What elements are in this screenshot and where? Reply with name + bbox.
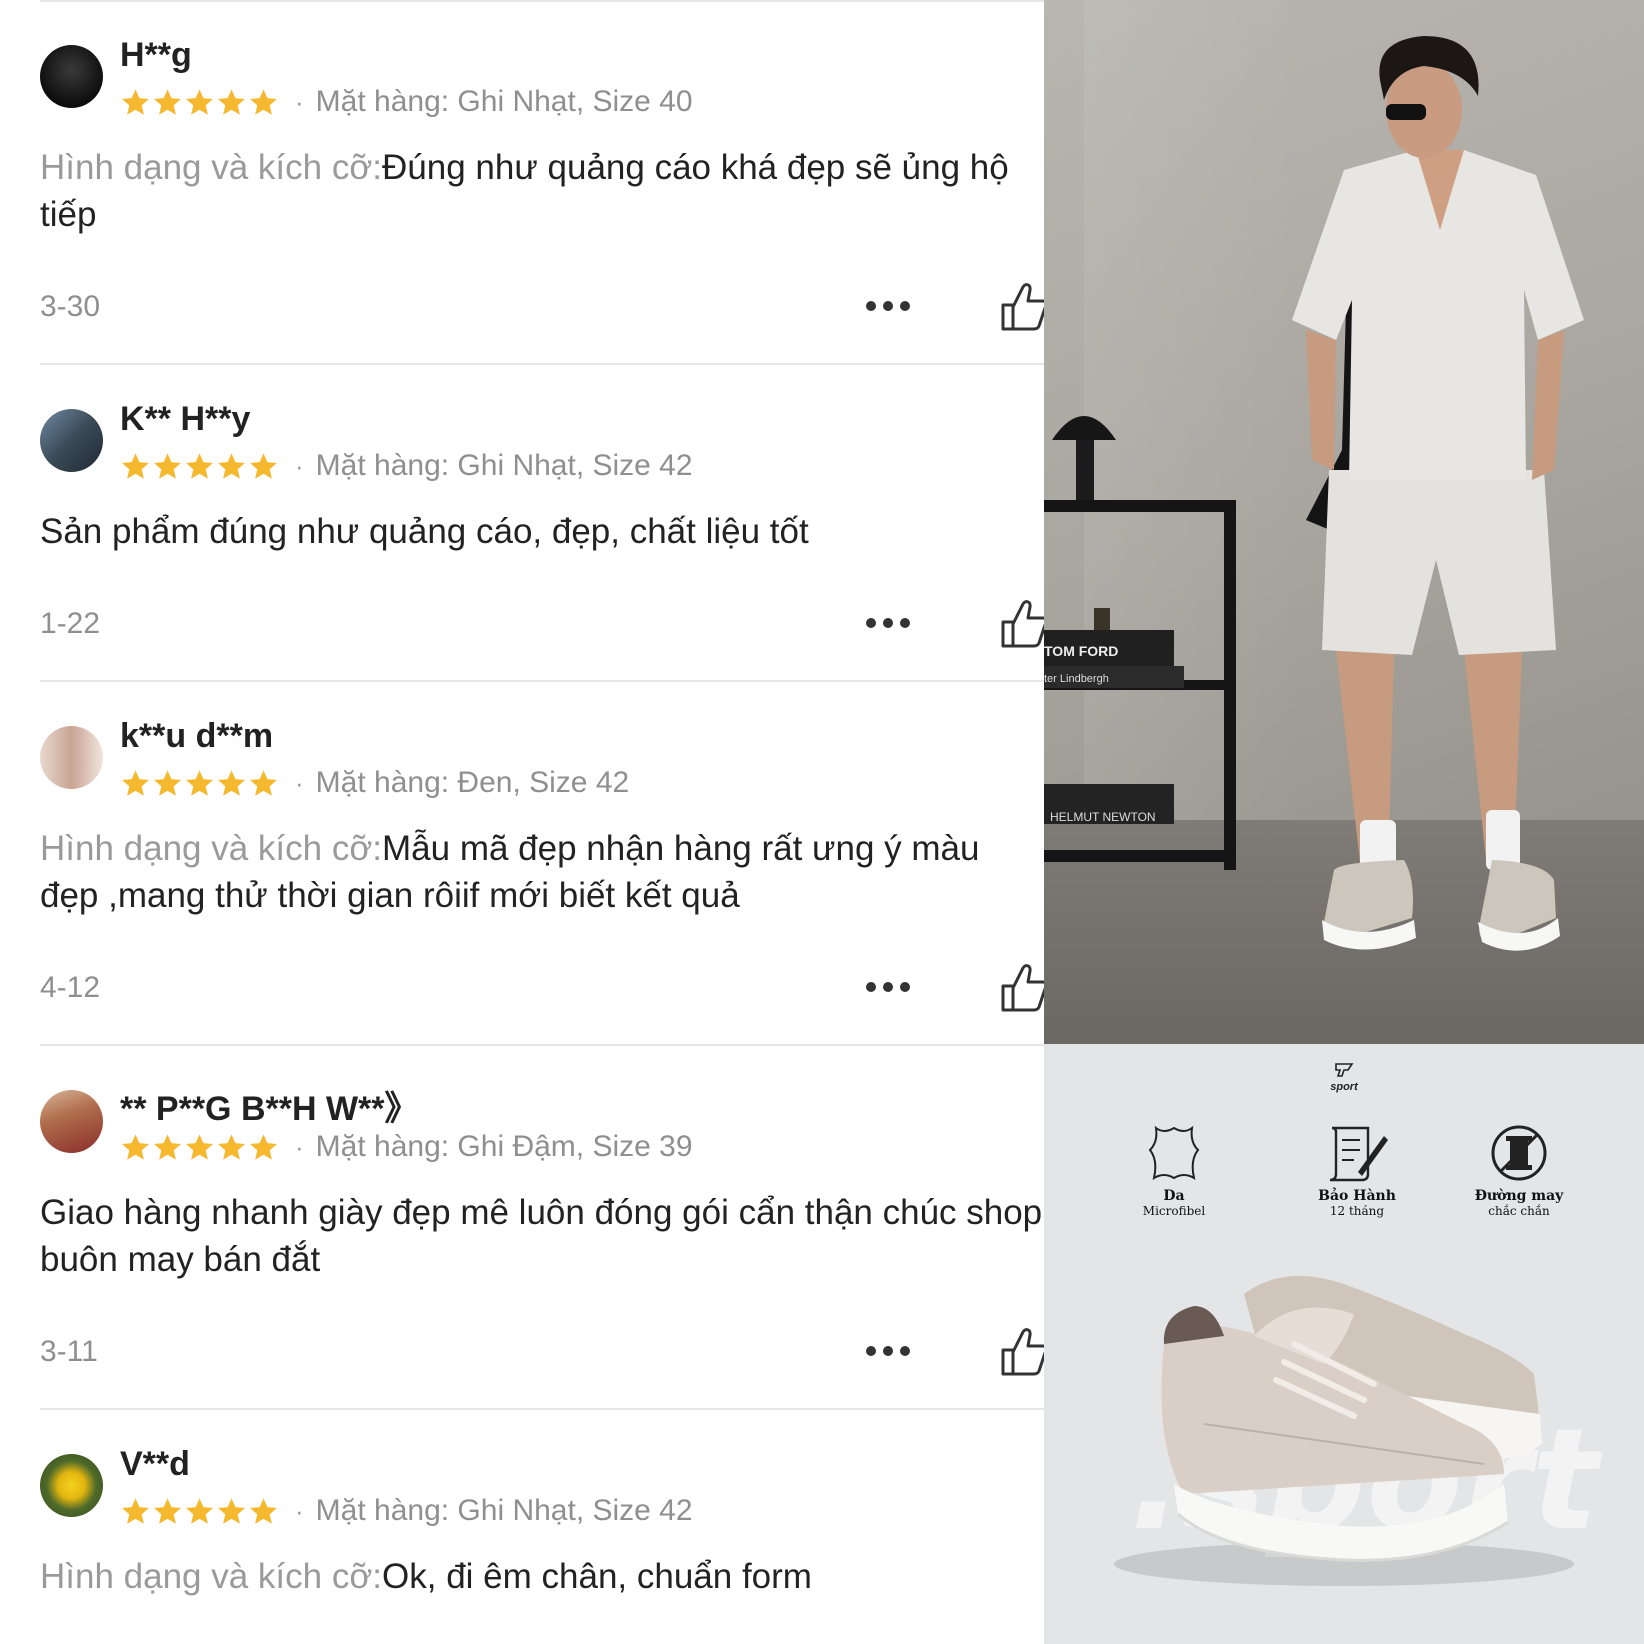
review-text-label: Hình dạng và kích cỡ: (40, 148, 383, 187)
variant-label: Mặt hàng: Đen, Size 42 (315, 766, 630, 799)
variant-label: Mặt hàng: Ghi Nhạt, Size 40 (315, 85, 693, 118)
star-rating (120, 1132, 279, 1163)
thumbs-up-icon[interactable] (999, 960, 1044, 1012)
review-text: Hình dạng và kích cỡ:Đúng như quảng cáo … (40, 144, 1044, 238)
thumbs-up-icon[interactable] (999, 279, 1044, 331)
star-icon (122, 452, 149, 479)
star-icon (122, 1133, 149, 1160)
separator-dot: · (295, 767, 304, 798)
review-text: Giao hàng nhanh giày đẹp mê luôn đóng gó… (40, 1189, 1044, 1283)
rating-row: · Mặt hàng: Đen, Size 42 (120, 765, 629, 801)
star-icon (154, 88, 181, 115)
review-date: 3-30 (40, 290, 101, 323)
star-icon (250, 88, 277, 115)
review-item: H**g · Mặt hàng: Ghi Nhạt, Size 40 Hình … (0, 0, 1044, 364)
book-title-lindbergh: ter Lindbergh (1044, 673, 1109, 685)
star-icon (122, 88, 149, 115)
review-item: K** H**y · Mặt hàng: Ghi Nhạt, Size 42 S… (0, 364, 1044, 681)
avatar[interactable] (40, 1090, 103, 1153)
review-text: Hình dạng và kích cỡ:Mẫu mã đẹp nhận hàn… (40, 825, 1044, 919)
star-icon (218, 1497, 245, 1524)
star-icon (218, 88, 245, 115)
review-date: 4-12 (40, 971, 101, 1004)
star-icon (250, 1133, 277, 1160)
variant-label: Mặt hàng: Ghi Đậm, Size 39 (315, 1130, 693, 1163)
star-icon (186, 88, 213, 115)
star-icon (218, 452, 245, 479)
sneaker-illustration (1114, 1276, 1574, 1586)
rating-row: · Mặt hàng: Ghi Đậm, Size 39 (120, 1129, 693, 1165)
reviewer-name: H**g (120, 36, 192, 74)
thumbs-up-icon[interactable] (999, 596, 1044, 648)
product-promo: .sport sport Da Microfibel Bảo Hành 12 t… (1044, 1044, 1644, 1644)
star-icon (186, 769, 213, 796)
review-list: H**g · Mặt hàng: Ghi Nhạt, Size 40 Hình … (0, 0, 1044, 1644)
review-date: 3-11 (40, 1335, 98, 1368)
more-options-icon[interactable] (866, 616, 916, 630)
separator-dot: · (295, 1131, 304, 1162)
star-icon (250, 769, 277, 796)
review-item: V**d · Mặt hàng: Ghi Nhạt, Size 42 Hình … (0, 1409, 1044, 1644)
rating-row: · Mặt hàng: Ghi Nhạt, Size 40 (120, 84, 693, 120)
review-text-body: Sản phẩm đúng như quảng cáo, đẹp, chất l… (40, 512, 809, 551)
star-rating (120, 451, 279, 482)
rating-row: · Mặt hàng: Ghi Nhạt, Size 42 (120, 1493, 693, 1529)
model-illustration (1044, 36, 1584, 951)
reviewer-name: k**u d**m (120, 717, 274, 755)
more-options-icon[interactable] (866, 299, 916, 313)
book-title-tom-ford: TOM FORD (1044, 644, 1119, 658)
star-icon (154, 452, 181, 479)
avatar[interactable] (40, 1454, 103, 1517)
variant-label: Mặt hàng: Ghi Nhạt, Size 42 (315, 449, 693, 482)
lifestyle-photo: TOM FORD ter Lindbergh HELMUT NEWTON (1044, 0, 1644, 1044)
star-rating (120, 87, 279, 118)
star-icon (250, 1497, 277, 1524)
review-text-body: Ok, đi êm chân, chuẩn form (382, 1557, 812, 1596)
separator-dot: · (295, 450, 304, 481)
star-icon (250, 452, 277, 479)
more-options-icon[interactable] (866, 980, 916, 994)
review-text-label: Hình dạng và kích cỡ: (40, 1557, 383, 1596)
more-options-icon[interactable] (866, 1344, 916, 1358)
book-title-helmut-newton: HELMUT NEWTON (1050, 810, 1156, 824)
review-item: ** P**G B**H W**》 · Mặt hàng: Ghi Đậm, S… (0, 1045, 1044, 1409)
thumbs-up-icon[interactable] (999, 1324, 1044, 1376)
avatar[interactable] (40, 409, 103, 472)
separator-dot: · (295, 86, 304, 117)
star-icon (122, 1497, 149, 1524)
avatar[interactable] (40, 726, 103, 789)
review-text: Sản phẩm đúng như quảng cáo, đẹp, chất l… (40, 508, 1044, 555)
reviewer-name: ** P**G B**H W**》 (120, 1090, 419, 1128)
star-icon (186, 1133, 213, 1160)
star-icon (218, 769, 245, 796)
star-icon (154, 769, 181, 796)
review-text-body: Giao hàng nhanh giày đẹp mê luôn đóng gó… (40, 1193, 1043, 1279)
variant-label: Mặt hàng: Ghi Nhạt, Size 42 (315, 1494, 693, 1527)
separator-dot: · (295, 1495, 304, 1526)
star-icon (154, 1497, 181, 1524)
star-icon (154, 1133, 181, 1160)
star-icon (186, 452, 213, 479)
star-icon (218, 1133, 245, 1160)
star-rating (120, 1496, 279, 1527)
review-text: Hình dạng và kích cỡ:Ok, đi êm chân, chu… (40, 1553, 1044, 1600)
review-item: k**u d**m · Mặt hàng: Đen, Size 42 Hình … (0, 681, 1044, 1045)
avatar[interactable] (40, 45, 103, 108)
rating-row: · Mặt hàng: Ghi Nhạt, Size 42 (120, 448, 693, 484)
review-date: 1-22 (40, 607, 101, 640)
reviewer-name: V**d (120, 1445, 190, 1483)
star-rating (120, 768, 279, 799)
star-icon (122, 769, 149, 796)
star-icon (186, 1497, 213, 1524)
review-text-label: Hình dạng và kích cỡ: (40, 829, 383, 868)
reviewer-name: K** H**y (120, 400, 251, 438)
